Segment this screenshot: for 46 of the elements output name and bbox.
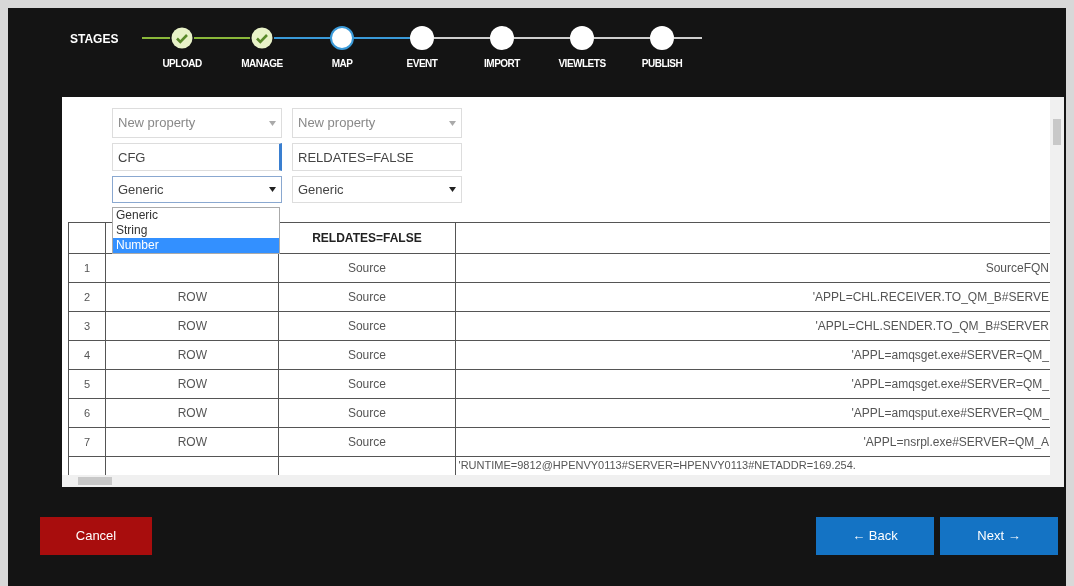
property-value-field[interactable]: RELDATES=FALSE — [292, 143, 462, 171]
next-button[interactable]: Next → — [940, 517, 1058, 555]
table-cell: ROW — [105, 398, 279, 428]
type-select[interactable]: Generic — [112, 176, 282, 203]
stages-label: STAGES — [70, 31, 120, 48]
table-cell: Source — [278, 427, 456, 457]
vertical-scrollbar[interactable] — [1050, 97, 1064, 475]
table-cell: Source — [278, 282, 456, 312]
table-cell: ROW — [105, 427, 279, 457]
property-select[interactable]: New property — [112, 108, 282, 138]
table-cell: 7 — [68, 427, 106, 457]
table-cell: ROW — [105, 369, 279, 399]
caret-icon — [269, 120, 276, 126]
horizontal-scrollbar[interactable] — [62, 475, 1064, 487]
type-select[interactable]: Generic — [292, 176, 462, 203]
cancel-button[interactable]: Cancel — [40, 517, 152, 555]
table-cell: Source — [278, 369, 456, 399]
caret-icon — [449, 120, 456, 126]
table-cell: 2 — [68, 282, 106, 312]
table-cell: 6 — [68, 398, 106, 428]
property-value-field[interactable]: CFG — [112, 143, 282, 171]
table-cell: ROW — [105, 282, 279, 312]
stage-label: IMPORT — [484, 57, 520, 71]
column-header: RELDATES=FALSE — [278, 222, 456, 254]
stage-label: VIEWLETS — [558, 57, 606, 71]
stage-label: EVENT — [406, 57, 438, 71]
back-button[interactable]: ← Back — [816, 517, 934, 555]
caret-icon — [269, 187, 276, 192]
table-cell: 1 — [68, 253, 106, 283]
dropdown-option[interactable]: Generic — [113, 208, 279, 223]
table-cell: 4 — [68, 340, 106, 370]
caret-icon — [449, 187, 456, 192]
table-cell: Source — [278, 398, 456, 428]
table-cell: Source — [278, 253, 456, 283]
stage-label: PUBLISH — [641, 57, 683, 71]
table-cell: 5 — [68, 369, 106, 399]
dropdown-option[interactable]: String — [113, 223, 279, 238]
table-cell: ROW — [105, 311, 279, 341]
table-cell: ROW — [105, 340, 279, 370]
table-cell: 3 — [68, 311, 106, 341]
stage-label: MANAGE — [241, 57, 283, 71]
stage-label: MAP — [331, 57, 353, 71]
property-select[interactable]: New property — [292, 108, 462, 138]
table-cell: Source — [278, 311, 456, 341]
table-cell: Source — [278, 340, 456, 370]
stage-label: UPLOAD — [162, 57, 202, 71]
